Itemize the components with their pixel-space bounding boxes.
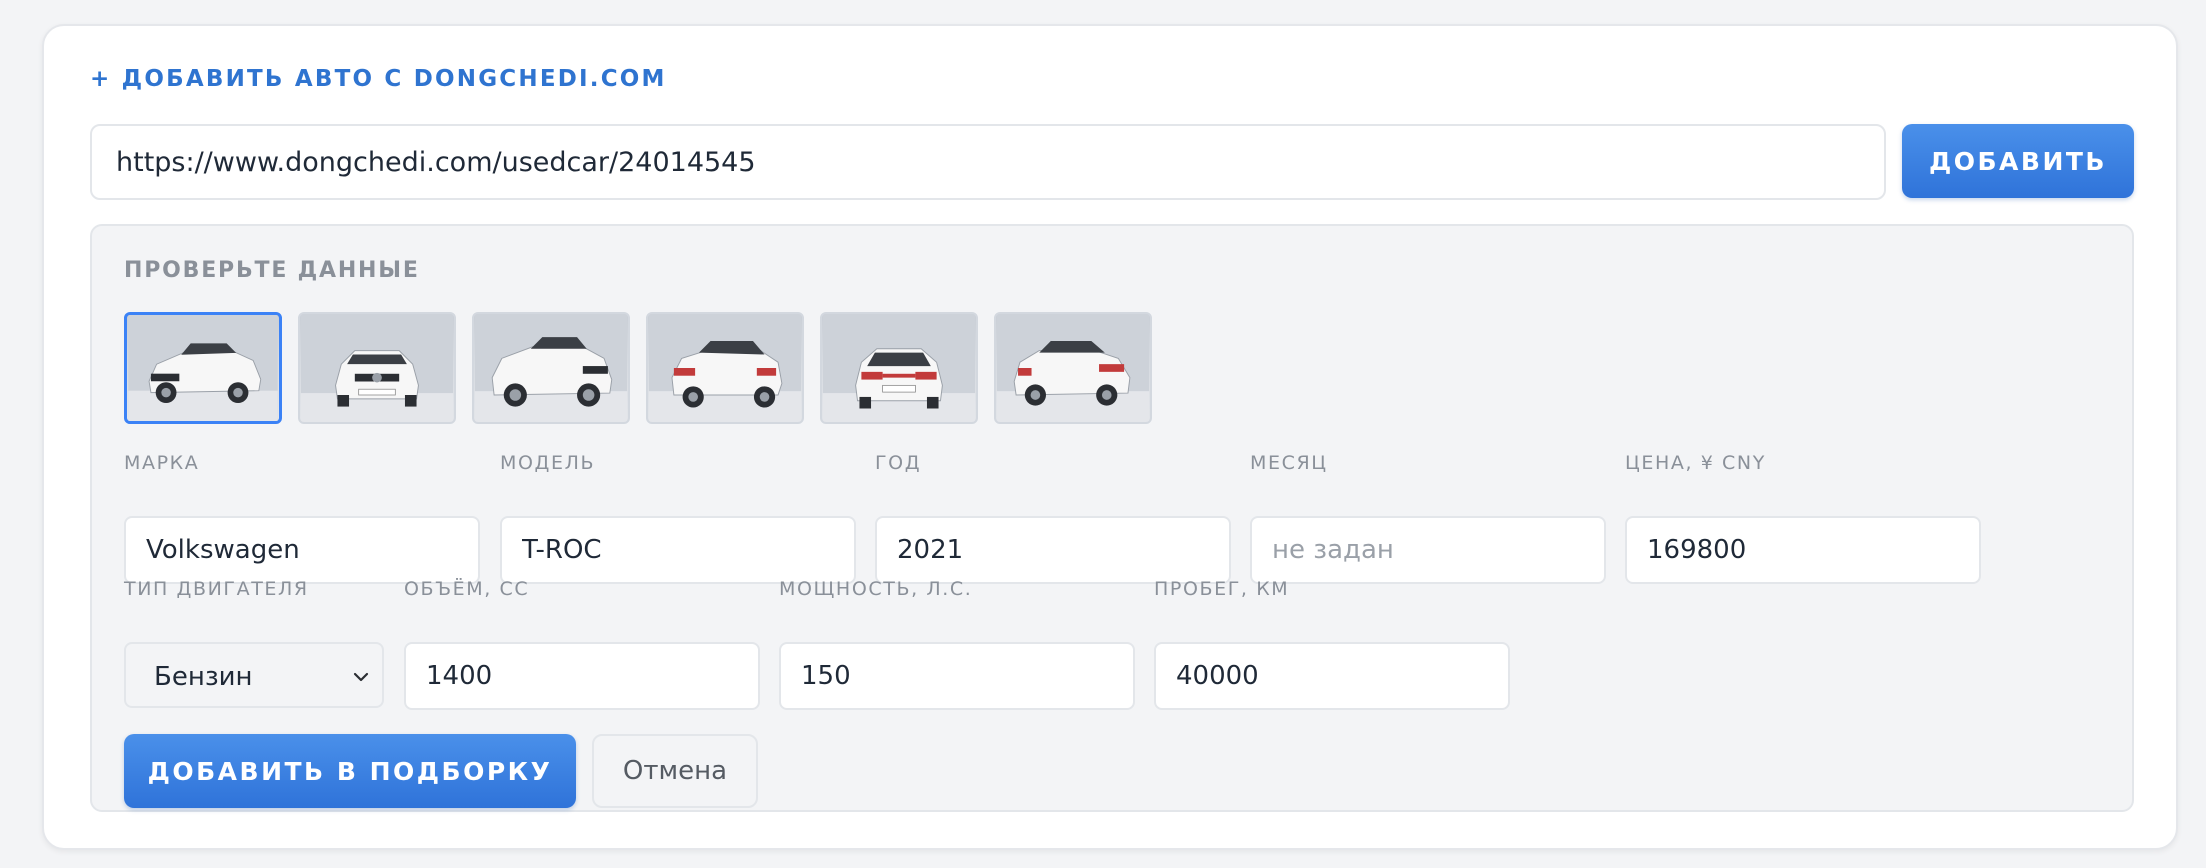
volume-field[interactable]: [404, 642, 760, 710]
car-photo-icon: [996, 314, 1150, 422]
add-to-selection-button[interactable]: ДОБАВИТЬ В ПОДБОРКУ: [124, 734, 576, 808]
photo-thumbnail-6[interactable]: [994, 312, 1152, 424]
mileage-label: ПРОБЕГ, КМ: [1154, 578, 1290, 600]
add-car-card: + ДОБАВИТЬ АВТО С DONGCHEDI.COM ДОБАВИТЬ…: [42, 24, 2178, 850]
model-field[interactable]: [500, 516, 856, 584]
brand-label: МАРКА: [124, 452, 200, 474]
brand-field[interactable]: [124, 516, 480, 584]
power-label: МОЩНОСТЬ, Л.С.: [779, 578, 973, 600]
car-photo-icon: [128, 315, 278, 421]
car-photo-icon: [648, 314, 802, 422]
mileage-field[interactable]: [1154, 642, 1510, 710]
car-photo-icon: [822, 314, 976, 422]
model-label: МОДЕЛЬ: [500, 452, 596, 474]
cancel-button[interactable]: Отмена: [592, 734, 758, 808]
year-field[interactable]: [875, 516, 1231, 584]
volume-label: ОБЪЁМ, СС: [404, 578, 530, 600]
photo-thumbnail-3[interactable]: [472, 312, 630, 424]
car-photo-icon: [300, 314, 454, 422]
review-title: ПРОВЕРЬТЕ ДАННЫЕ: [124, 258, 420, 283]
month-field[interactable]: [1250, 516, 1606, 584]
photo-thumbnail-4[interactable]: [646, 312, 804, 424]
photo-thumbnail-1[interactable]: [124, 312, 282, 424]
photo-thumbnail-2[interactable]: [298, 312, 456, 424]
year-label: ГОД: [875, 452, 922, 474]
review-panel: ПРОВЕРЬТЕ ДАННЫЕ МАРКА Volkswagen МОДЕЛЬ…: [90, 224, 2134, 812]
price-label: ЦЕНА, ¥ CNY: [1625, 452, 1766, 474]
url-input[interactable]: [90, 124, 1886, 200]
photo-thumbnail-5[interactable]: [820, 312, 978, 424]
engine-type-select[interactable]: Бензин: [124, 642, 384, 708]
price-field[interactable]: [1625, 516, 1981, 584]
chevron-down-icon: [353, 672, 369, 682]
car-photo-icon: [474, 314, 628, 422]
month-label: МЕСЯЦ: [1250, 452, 1328, 474]
card-title: + ДОБАВИТЬ АВТО С DONGCHEDI.COM: [90, 66, 667, 92]
add-button[interactable]: ДОБАВИТЬ: [1902, 124, 2134, 198]
power-field[interactable]: [779, 642, 1135, 710]
engine-type-value: Бензин: [154, 662, 253, 692]
engine-type-label: ТИП ДВИГАТЕЛЯ: [124, 578, 309, 600]
